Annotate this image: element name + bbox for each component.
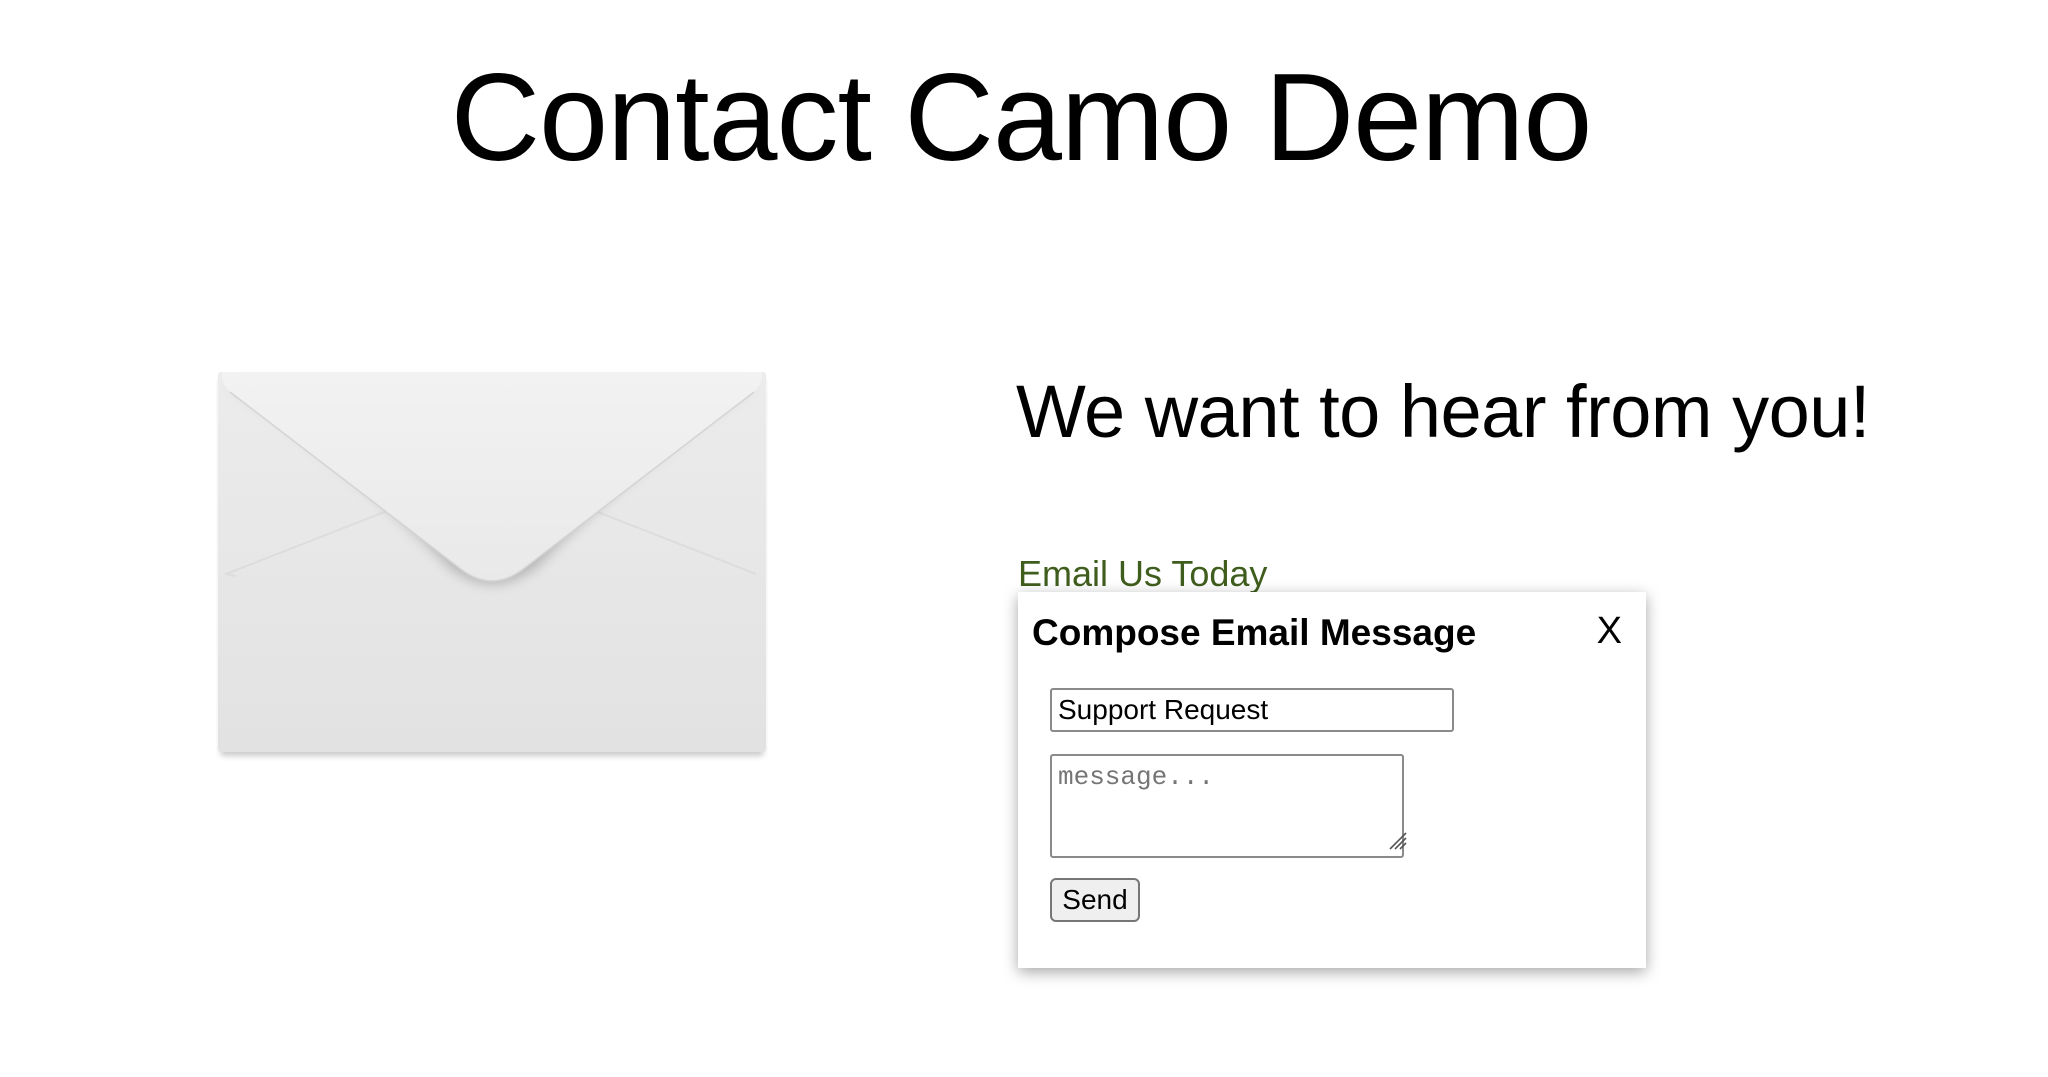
close-button[interactable]: X	[1593, 608, 1626, 654]
envelope-icon	[218, 372, 766, 756]
tagline: We want to hear from you!	[1016, 370, 1870, 453]
compose-email-dialog: Compose Email Message X Send	[1018, 592, 1646, 968]
envelope-image	[216, 370, 768, 762]
subject-input[interactable]	[1050, 688, 1454, 732]
page: Contact Camo Demo We want to hear from y…	[0, 0, 2048, 1077]
send-button[interactable]: Send	[1050, 878, 1140, 922]
resize-handle-icon[interactable]	[1388, 831, 1408, 851]
dialog-title: Compose Email Message	[1032, 612, 1477, 653]
message-textarea[interactable]	[1050, 754, 1404, 858]
page-title: Contact Camo Demo	[450, 49, 1593, 187]
email-us-link[interactable]: Email Us Today	[1018, 552, 1267, 596]
